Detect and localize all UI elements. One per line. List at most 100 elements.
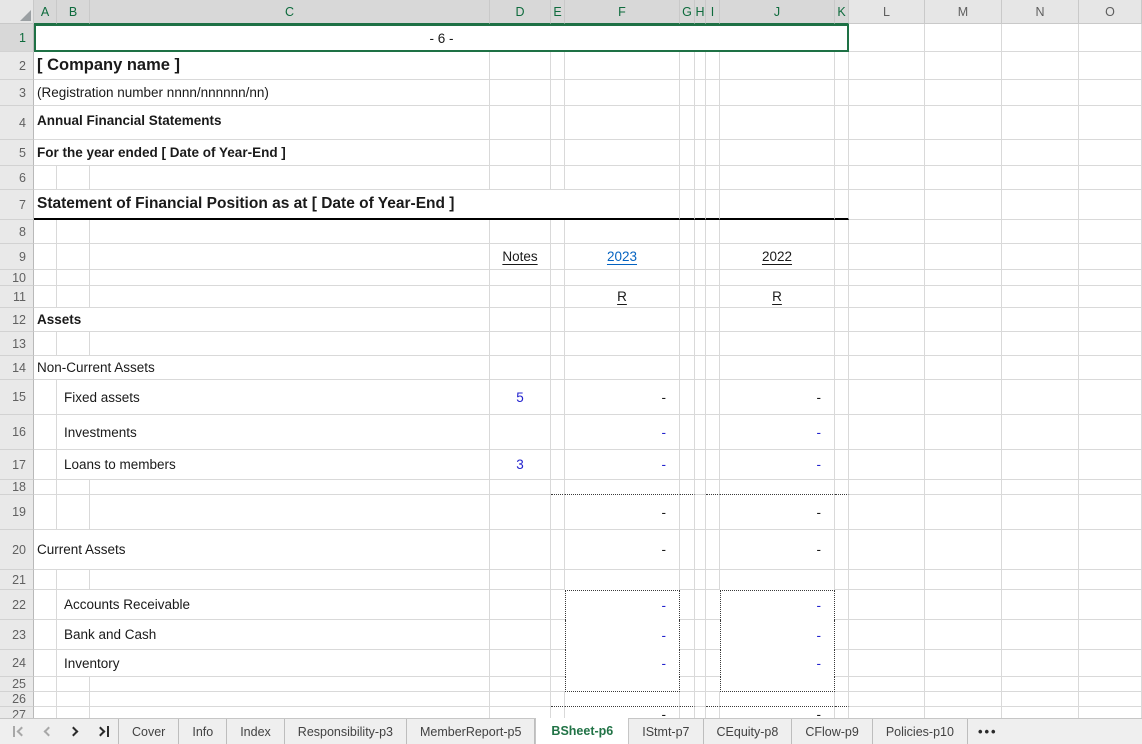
cell-loans-2022[interactable]: - (720, 450, 835, 480)
cell[interactable] (1002, 308, 1079, 332)
cell[interactable] (490, 692, 551, 707)
cell[interactable] (1002, 620, 1079, 650)
cell[interactable] (706, 620, 720, 650)
cell[interactable] (490, 308, 551, 332)
cell[interactable] (490, 220, 551, 244)
column-header-j[interactable]: J (720, 0, 835, 24)
sheet-tab-cover[interactable]: Cover (118, 719, 179, 744)
more-sheets-button[interactable]: ••• (968, 719, 1008, 744)
cell-year-2022[interactable]: 2022 (720, 244, 835, 270)
row-header-10[interactable]: 10 (0, 270, 34, 286)
column-header-a[interactable]: A (34, 0, 57, 24)
row-header-6[interactable]: 6 (0, 166, 34, 190)
cell[interactable] (925, 692, 1002, 707)
cell[interactable] (695, 286, 706, 308)
cell[interactable] (551, 650, 565, 677)
cell-bank-and-cash-2022[interactable]: - (720, 620, 835, 650)
cell[interactable] (706, 530, 720, 570)
cell[interactable] (706, 356, 720, 380)
row-header-2[interactable]: 2 (0, 52, 34, 80)
cell[interactable] (57, 480, 90, 495)
cell[interactable] (34, 650, 57, 677)
cell[interactable] (849, 356, 925, 380)
cell[interactable] (720, 140, 835, 166)
cell[interactable] (835, 530, 849, 570)
cell[interactable] (680, 244, 695, 270)
cell[interactable] (695, 450, 706, 480)
cell[interactable] (1079, 677, 1142, 692)
cell[interactable] (551, 332, 565, 356)
cell[interactable] (680, 190, 695, 220)
cell-accounts-receivable-2022[interactable]: - (720, 590, 835, 620)
cell[interactable] (925, 106, 1002, 140)
cell[interactable] (680, 480, 695, 495)
cell[interactable] (695, 650, 706, 677)
cell[interactable] (1079, 140, 1142, 166)
cell[interactable] (706, 590, 720, 620)
cell[interactable] (34, 620, 57, 650)
cell[interactable] (1002, 244, 1079, 270)
cell[interactable] (720, 692, 835, 707)
cell-loans-to-members[interactable]: Loans to members (57, 450, 490, 480)
column-header-b[interactable]: B (57, 0, 90, 24)
cell[interactable] (680, 80, 695, 106)
cell[interactable] (680, 380, 695, 415)
cell[interactable] (720, 106, 835, 140)
cell[interactable] (1079, 530, 1142, 570)
cell-inventory-2023[interactable]: - (565, 650, 680, 677)
row-header-8[interactable]: 8 (0, 220, 34, 244)
cell[interactable] (1079, 244, 1142, 270)
sheet-tab-memberreport-p5[interactable]: MemberReport-p5 (407, 719, 535, 744)
previous-sheet-button[interactable] (36, 721, 58, 743)
cell[interactable] (925, 190, 1002, 220)
row-header-22[interactable]: 22 (0, 590, 34, 620)
cell-year-2023-link[interactable]: 2023 (565, 244, 680, 270)
sheet-tab-cflow-p9[interactable]: CFlow-p9 (792, 719, 873, 744)
column-header-e[interactable]: E (551, 0, 565, 24)
row-header-15[interactable]: 15 (0, 380, 34, 415)
cell[interactable] (1079, 650, 1142, 677)
cell[interactable] (490, 332, 551, 356)
cell[interactable] (706, 190, 720, 220)
cell[interactable] (34, 495, 57, 530)
cell[interactable] (1079, 270, 1142, 286)
cell[interactable] (925, 52, 1002, 80)
cell[interactable] (925, 480, 1002, 495)
cell[interactable] (551, 380, 565, 415)
cell[interactable] (835, 244, 849, 270)
cell[interactable] (925, 80, 1002, 106)
row-header-17[interactable]: 17 (0, 450, 34, 480)
cell[interactable] (551, 80, 565, 106)
sheet-tab-bsheet-p6[interactable]: BSheet-p6 (535, 718, 629, 744)
cell[interactable] (680, 495, 695, 530)
cell[interactable] (551, 590, 565, 620)
cell[interactable] (551, 415, 565, 450)
row-header-12[interactable]: 12 (0, 308, 34, 332)
cell[interactable] (720, 166, 835, 190)
cell[interactable] (57, 220, 90, 244)
column-header-k[interactable]: K (835, 0, 849, 24)
cell[interactable] (57, 270, 90, 286)
cell[interactable] (849, 106, 925, 140)
cell[interactable] (34, 692, 57, 707)
cell[interactable] (90, 677, 490, 692)
cell[interactable] (565, 270, 680, 286)
cell[interactable] (680, 308, 695, 332)
cell[interactable] (551, 106, 565, 140)
cell[interactable] (925, 244, 1002, 270)
cell[interactable] (835, 590, 849, 620)
cell-bank-and-cash-2023[interactable]: - (565, 620, 680, 650)
cell[interactable] (57, 332, 90, 356)
cell[interactable] (720, 356, 835, 380)
cell[interactable] (835, 286, 849, 308)
cell[interactable] (680, 450, 695, 480)
cell[interactable] (90, 570, 490, 590)
cell[interactable] (565, 106, 680, 140)
cell[interactable] (849, 590, 925, 620)
cell[interactable] (490, 650, 551, 677)
cell[interactable] (34, 244, 57, 270)
cell[interactable] (90, 244, 490, 270)
cell[interactable] (1079, 166, 1142, 190)
cell[interactable] (706, 480, 720, 495)
cell[interactable] (90, 332, 490, 356)
